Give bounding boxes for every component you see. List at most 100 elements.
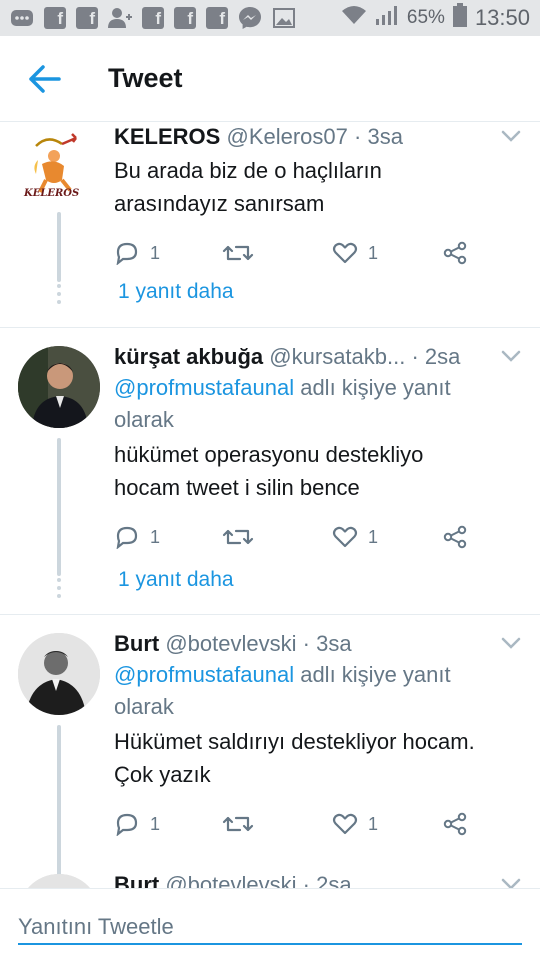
- user-handle[interactable]: @kursatakb...: [269, 344, 405, 369]
- facebook-icon: f: [174, 7, 196, 29]
- tweet-text-line: arasındayız sanırsam: [114, 191, 325, 216]
- tweet-content: Burt @botevlevski · 2sa: [114, 870, 522, 888]
- reply-input[interactable]: [18, 911, 522, 945]
- display-name[interactable]: kürşat akbuğa: [114, 344, 263, 369]
- tweet-time: · 3sa: [354, 124, 403, 149]
- reply-button[interactable]: 1: [114, 241, 222, 265]
- tweet-time: · 3sa: [302, 631, 352, 656]
- share-button[interactable]: [442, 812, 468, 836]
- mention-link[interactable]: @profmustafaunal: [114, 662, 294, 687]
- reply-context-text: adlı kişiye yanıt: [294, 375, 451, 400]
- reply-context: @profmustafaunal adlı kişiye yanıt olara…: [114, 659, 522, 723]
- system-status: 65% 13:50: [341, 3, 530, 33]
- signal-icon: [375, 4, 399, 32]
- reply-icon: [116, 526, 138, 549]
- user-handle[interactable]: @botevlevski: [165, 631, 296, 656]
- more-replies-link[interactable]: 1 yanıt daha: [118, 568, 234, 592]
- retweet-icon: [222, 245, 254, 261]
- reply-icon: [116, 813, 138, 836]
- app-bar: Tweet: [0, 36, 540, 122]
- more-replies-link[interactable]: 1 yanıt daha: [118, 280, 234, 304]
- tweet[interactable]: KELEROS KELEROS @Keleros07 · 3sa Bu arad…: [0, 122, 540, 327]
- share-button[interactable]: [442, 241, 468, 265]
- thread-line: [57, 212, 61, 282]
- clock: 13:50: [474, 5, 530, 30]
- reply-icon: [116, 242, 138, 265]
- tweet-text-line: Bu arada biz de o haçlıların: [114, 158, 382, 183]
- tweet-time: · 2sa: [302, 872, 352, 888]
- tweet-header: Burt @botevlevski · 2sa: [114, 870, 522, 888]
- heart-icon: [332, 813, 358, 835]
- display-name[interactable]: Burt: [114, 872, 159, 888]
- reply-count: 1: [150, 242, 161, 263]
- battery-icon: [452, 3, 467, 33]
- retweet-button[interactable]: [222, 241, 332, 265]
- chevron-down-icon[interactable]: [500, 348, 522, 364]
- back-button[interactable]: [14, 49, 74, 109]
- tweet-header: kürşat akbuğa @kursatakb... · 2sa: [114, 342, 522, 372]
- facebook-icon: f: [142, 7, 164, 29]
- add-user-icon: [108, 7, 132, 29]
- thread-line: [57, 725, 61, 877]
- display-name[interactable]: KELEROS: [114, 124, 220, 149]
- like-button[interactable]: 1: [332, 525, 442, 549]
- reply-count: 1: [150, 526, 161, 547]
- tweet[interactable]: Burt @botevlevski · 3sa @profmustafaunal…: [0, 615, 540, 877]
- tweet-header: KELEROS @Keleros07 · 3sa: [114, 122, 522, 152]
- chevron-down-icon[interactable]: [500, 635, 522, 651]
- tweet[interactable]: kürşat akbuğa @kursatakb... · 2sa @profm…: [0, 328, 540, 614]
- user-handle[interactable]: @Keleros07: [226, 124, 347, 149]
- tweet-text-line: hükümet operasyonu destekliyo: [114, 442, 424, 467]
- retweet-button[interactable]: [222, 812, 332, 836]
- like-button[interactable]: 1: [332, 241, 442, 265]
- like-button[interactable]: 1: [332, 812, 442, 836]
- reply-button[interactable]: 1: [114, 812, 222, 836]
- reply-feed: KELEROS KELEROS @Keleros07 · 3sa Bu arad…: [0, 122, 540, 888]
- tweet-text-line: Hükümet saldırıyı destekliyor hocam.: [114, 729, 475, 754]
- tweet-time: · 2sa: [411, 344, 461, 369]
- like-count: 1: [368, 242, 379, 263]
- tweet-header: Burt @botevlevski · 3sa: [114, 629, 522, 659]
- like-count: 1: [368, 526, 379, 547]
- reply-count: 1: [150, 813, 161, 834]
- reply-compose-bar: [0, 888, 540, 960]
- notification-icons: f f f f f: [10, 7, 296, 29]
- avatar[interactable]: [18, 346, 100, 428]
- display-name[interactable]: Burt: [114, 631, 159, 656]
- tweet-actions: 1 1: [114, 809, 522, 839]
- tweet-text: Bu arada biz de o haçlıların arasındayız…: [114, 154, 522, 220]
- avatar[interactable]: KELEROS: [18, 130, 100, 212]
- reply-context-text: olarak: [114, 407, 174, 432]
- heart-icon: [332, 242, 358, 264]
- facebook-icon: f: [44, 7, 66, 29]
- tweet[interactable]: Burt @botevlevski · 2sa: [0, 870, 540, 888]
- chevron-down-icon[interactable]: [500, 128, 522, 144]
- back-arrow-icon: [29, 64, 61, 93]
- thread-dots: [56, 578, 62, 602]
- tweet-actions: 1 1: [114, 522, 522, 552]
- retweet-button[interactable]: [222, 525, 332, 549]
- tweet-content: kürşat akbuğa @kursatakb... · 2sa @profm…: [114, 342, 522, 552]
- tweet-text: Hükümet saldırıyı destekliyor hocam. Çok…: [114, 725, 522, 791]
- tweet-text: hükümet operasyonu destekliyo hocam twee…: [114, 438, 522, 504]
- chat-icon: [10, 7, 34, 29]
- retweet-icon: [222, 529, 254, 545]
- retweet-icon: [222, 816, 254, 832]
- share-icon: [443, 525, 467, 549]
- user-handle[interactable]: @botevlevski: [165, 872, 296, 888]
- reply-button[interactable]: 1: [114, 525, 222, 549]
- share-icon: [443, 812, 467, 836]
- thread-dots: [56, 284, 62, 308]
- status-bar: f f f f f 65% 13:50: [0, 0, 540, 36]
- share-icon: [443, 241, 467, 265]
- page-title: Tweet: [108, 63, 183, 93]
- tweet-content: KELEROS @Keleros07 · 3sa Bu arada biz de…: [114, 122, 522, 268]
- image-icon: [272, 7, 296, 29]
- tweet-text-line: Çok yazık: [114, 762, 211, 787]
- avatar[interactable]: [18, 633, 100, 715]
- mention-link[interactable]: @profmustafaunal: [114, 375, 294, 400]
- heart-icon: [332, 526, 358, 548]
- chevron-down-icon[interactable]: [500, 876, 522, 888]
- share-button[interactable]: [442, 525, 468, 549]
- avatar[interactable]: [18, 874, 100, 888]
